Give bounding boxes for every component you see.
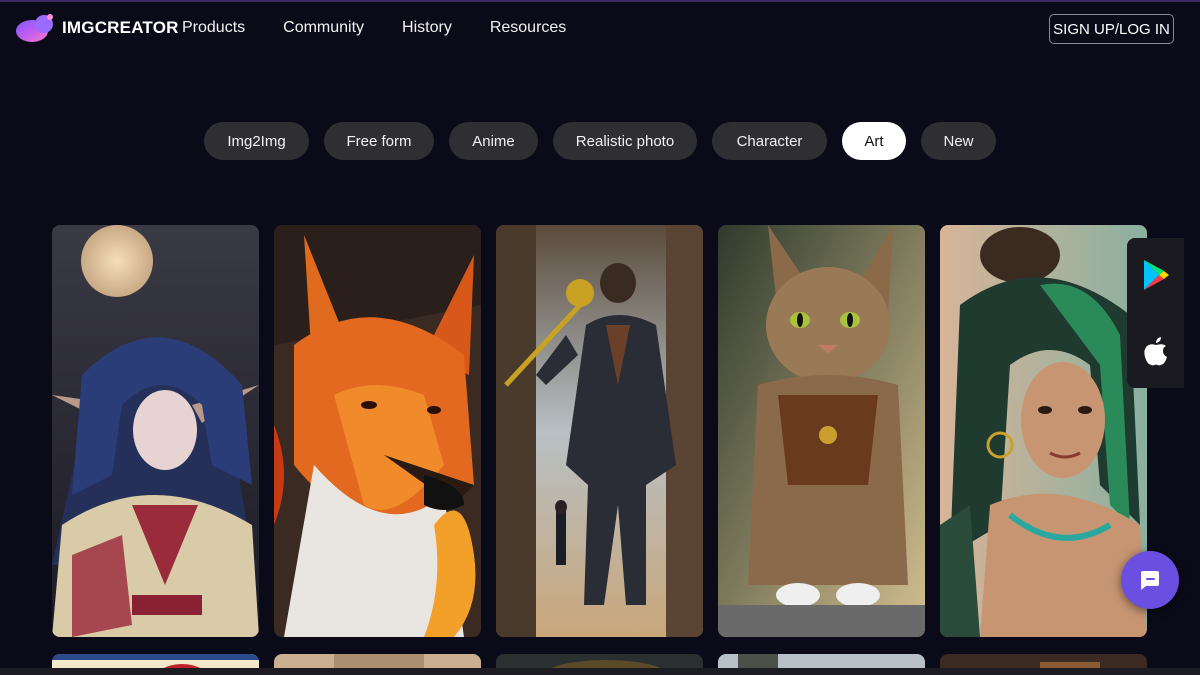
category-img2img[interactable]: Img2Img (204, 122, 309, 160)
nav-community[interactable]: Community (283, 19, 364, 37)
main-nav: Products Community History Resources (182, 19, 604, 37)
google-play-icon (1143, 260, 1169, 290)
nav-resources[interactable]: Resources (490, 19, 566, 37)
chat-icon (1141, 571, 1159, 590)
category-character[interactable]: Character (712, 122, 827, 160)
category-realistic-photo[interactable]: Realistic photo (553, 122, 697, 160)
category-art[interactable]: Art (842, 122, 906, 160)
category-free-form[interactable]: Free form (324, 122, 434, 160)
gallery-card-tabby-cat[interactable] (718, 225, 925, 637)
google-play-button[interactable] (1127, 246, 1184, 304)
green-hair-woman-image (940, 225, 1147, 637)
signup-login-button[interactable]: SIGN UP/LOG IN (1049, 14, 1174, 44)
gallery-card-elf-girl[interactable] (52, 225, 259, 637)
apple-store-button[interactable] (1127, 322, 1184, 380)
category-new[interactable]: New (921, 122, 996, 160)
category-anime[interactable]: Anime (449, 122, 538, 160)
fire-fox-image (274, 225, 481, 637)
chat-button[interactable] (1121, 551, 1179, 609)
gallery-card-green-hair-woman[interactable] (940, 225, 1147, 637)
app-download-panel (1127, 238, 1184, 388)
chimpanzee-suit-image (496, 225, 703, 637)
elf-girl-image (52, 225, 259, 637)
logo-text: IMGCREATOR (62, 18, 179, 37)
logo[interactable]: IMGCREATOR (14, 11, 179, 45)
gallery-card-chimpanzee[interactable] (496, 225, 703, 637)
apple-icon (1143, 337, 1167, 366)
category-pills: Img2Img Free form Anime Realistic photo … (0, 122, 1200, 160)
nav-products[interactable]: Products (182, 19, 245, 37)
gallery-card-fire-fox[interactable] (274, 225, 481, 637)
header: IMGCREATOR Products Community History Re… (0, 0, 1200, 58)
nav-history[interactable]: History (402, 19, 452, 37)
logo-icon (14, 11, 58, 45)
tabby-cat-image (718, 225, 925, 637)
bottom-scroll-edge (0, 668, 1200, 675)
